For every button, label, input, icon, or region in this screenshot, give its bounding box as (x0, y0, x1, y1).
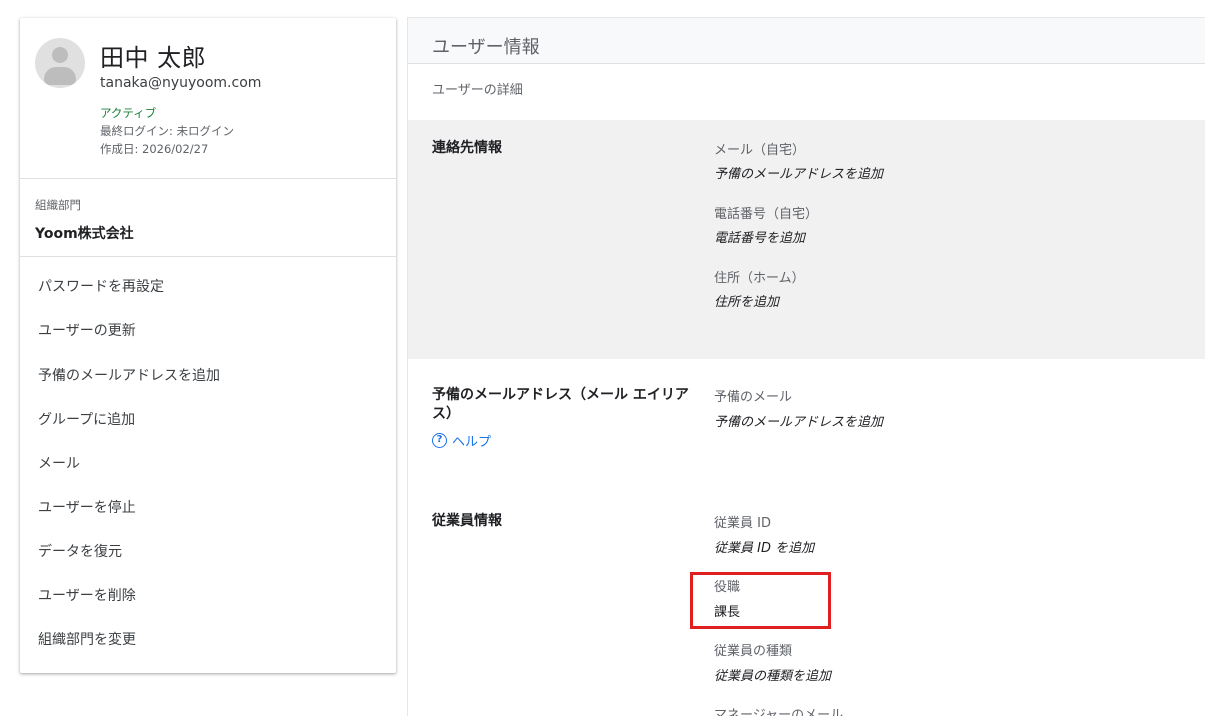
employee-info-title: 従業員情報 (432, 513, 502, 529)
help-circle-icon: ? (432, 433, 447, 448)
user-summary-card: 田中 太郎 tanaka@nyuyoom.com アクティブ 最終ログイン: 未… (20, 18, 396, 673)
avatar-head-shape (52, 47, 68, 63)
delete-user-action[interactable]: ユーザーを削除 (20, 576, 396, 616)
home-email-value: 予備のメールアドレスを追加 (714, 167, 884, 182)
home-email-label: メール（自宅） (714, 143, 806, 158)
help-link[interactable]: ? ヘルプ (432, 431, 491, 450)
home-phone-label: 電話番号（自宅） (714, 207, 819, 222)
contact-info-section[interactable]: 連絡先情報 メール（自宅） 予備のメールアドレスを追加 電話番号（自宅） 電話番… (408, 120, 1205, 359)
org-unit-label: 組織部門 (35, 198, 81, 212)
employee-type-label: 従業員の種類 (714, 644, 793, 659)
alternate-email-title-line1: 予備のメールアドレス（メール エイリア (432, 387, 689, 403)
employee-id-label: 従業員 ID (714, 516, 771, 531)
mail-action[interactable]: メール (20, 444, 396, 484)
contact-info-title: 連絡先情報 (432, 140, 502, 156)
add-to-group-action[interactable]: グループに追加 (20, 400, 396, 440)
manager-email-label: マネージャーのメール (714, 708, 844, 716)
help-link-label: ヘルプ (452, 435, 492, 450)
change-org-unit-action[interactable]: 組織部門を変更 (20, 620, 396, 660)
user-created-date: 作成日: 2026/02/27 (100, 142, 209, 156)
home-address-label: 住所（ホーム） (714, 271, 805, 286)
avatar (35, 38, 85, 88)
org-unit-value: Yoom株式会社 (35, 226, 134, 242)
update-user-action[interactable]: ユーザーの更新 (20, 311, 396, 351)
employee-id-value: 従業員 ID を追加 (714, 541, 815, 556)
reset-password-action[interactable]: パスワードを再設定 (20, 267, 396, 307)
restore-data-action[interactable]: データを復元 (20, 532, 396, 572)
avatar-shoulders-shape (44, 67, 76, 85)
profile-section: 田中 太郎 tanaka@nyuyoom.com アクティブ 最終ログイン: 未… (20, 18, 396, 179)
add-alternate-email-action[interactable]: 予備のメールアドレスを追加 (20, 356, 396, 396)
panel-title: ユーザー情報 (432, 37, 540, 58)
user-last-login: 最終ログイン: 未ログイン (100, 124, 235, 138)
user-info-panel: ユーザー情報 ユーザーの詳細 連絡先情報 メール（自宅） 予備のメールアドレスを… (407, 17, 1205, 716)
alternate-email-value: 予備のメールアドレスを追加 (714, 415, 884, 430)
alternate-email-section[interactable]: 予備のメールアドレス（メール エイリア ス） ? ヘルプ 予備のメール 予備のメ… (408, 359, 1205, 489)
alternate-email-label: 予備のメール (714, 390, 793, 405)
home-address-value: 住所を追加 (714, 295, 780, 310)
highlight-annotation-box (690, 572, 831, 629)
user-name: 田中 太郎 (100, 44, 207, 72)
home-phone-value: 電話番号を追加 (714, 231, 806, 246)
user-email: tanaka@nyuyoom.com (100, 75, 262, 91)
employee-type-value: 従業員の種類を追加 (714, 669, 832, 684)
panel-header[interactable]: ユーザー情報 (408, 18, 1205, 64)
user-status: アクティブ (100, 106, 157, 120)
org-unit-section: 組織部門 Yoom株式会社 (20, 179, 396, 257)
alternate-email-title-line2: ス） (432, 406, 460, 422)
suspend-user-action[interactable]: ユーザーを停止 (20, 488, 396, 528)
panel-subtitle: ユーザーの詳細 (432, 83, 523, 98)
